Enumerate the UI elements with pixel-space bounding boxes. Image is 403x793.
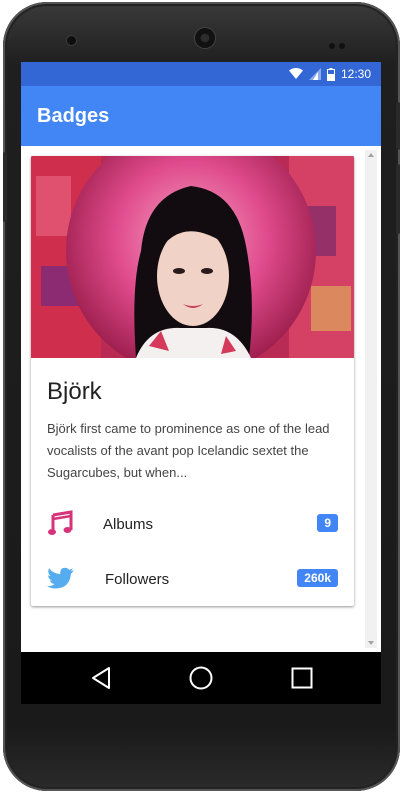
album-cover-image [31, 156, 354, 358]
scroll-up-icon[interactable] [368, 153, 374, 157]
card-description: Björk first came to prominence as one of… [47, 421, 330, 480]
wifi-icon [288, 68, 303, 79]
left-side-button [3, 152, 7, 222]
music-note-icon [48, 510, 73, 535]
followers-label: Followers [105, 571, 170, 588]
twitter-bird-icon [47, 567, 74, 589]
artist-card: Björk Björk first came to prominence as … [31, 156, 354, 606]
signal-icon [308, 68, 321, 80]
earpiece-speaker [195, 28, 215, 48]
albums-label: Albums [103, 516, 154, 533]
scroll-down-icon[interactable] [368, 641, 374, 645]
front-camera [67, 36, 76, 45]
page-title: Badges [37, 104, 110, 127]
content-area[interactable]: Björk Björk first came to prominence as … [21, 146, 381, 652]
status-bar: 12:30 [21, 62, 381, 86]
back-icon[interactable] [89, 666, 113, 690]
albums-count-badge: 9 [317, 514, 338, 532]
proximity-sensors [329, 36, 351, 49]
volume-button [396, 102, 400, 150]
screen: 12:30 Badges Björk Björk first came to p… [21, 62, 381, 652]
battery-icon [326, 67, 335, 81]
list-item-albums[interactable]: Albums 9 [31, 500, 354, 548]
app-bar: Badges [21, 86, 381, 146]
navigation-bar [21, 652, 381, 704]
card-title: Björk [47, 378, 102, 405]
followers-count-badge: 260k [297, 569, 338, 587]
scrollbar[interactable] [365, 150, 377, 648]
power-button [396, 164, 400, 234]
status-time: 12:30 [340, 67, 371, 81]
list-item-followers[interactable]: Followers 260k [31, 555, 354, 603]
home-icon[interactable] [189, 666, 213, 690]
recents-icon[interactable] [291, 667, 313, 689]
